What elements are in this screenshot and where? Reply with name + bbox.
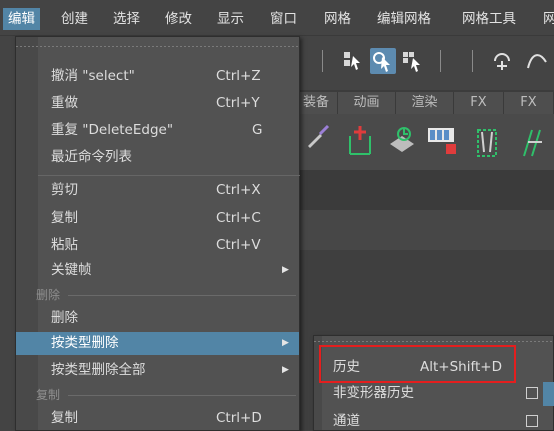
- render-icon[interactable]: [424, 122, 460, 162]
- menu-item-label: 按类型删除全部: [51, 362, 146, 378]
- menu-edit-mesh[interactable]: 编辑网格: [372, 8, 436, 30]
- toolbar-separator: [472, 50, 473, 72]
- menu-item-label: 粘贴: [51, 237, 78, 253]
- menu-item-duplicate[interactable]: 复制 Ctrl+D: [16, 407, 299, 430]
- menu-mesh-display[interactable]: 网: [538, 8, 554, 30]
- menu-item-label: 复制: [51, 410, 78, 426]
- menu-item-label: 删除: [51, 310, 78, 326]
- menu-item-delete-all-by-type[interactable]: 按类型删除全部 ▶: [16, 359, 299, 382]
- highlighted-item-edge: [543, 382, 554, 406]
- shelf-tab-rigging[interactable]: 装备: [295, 92, 338, 114]
- submenu-arrow-icon: ▶: [282, 338, 289, 348]
- menu-item-label: 重做: [51, 95, 78, 111]
- select-by-hierarchy-icon[interactable]: [340, 48, 366, 74]
- tear-off-handle[interactable]: [314, 336, 553, 346]
- menu-item-recent-commands[interactable]: 最近命令列表: [16, 146, 299, 169]
- menu-display[interactable]: 显示: [212, 8, 249, 30]
- shelf: [300, 114, 554, 170]
- menu-item-cut[interactable]: 剪切 Ctrl+X: [16, 179, 299, 202]
- submenu-item-label: 历史: [333, 359, 360, 375]
- particle-emitter-icon[interactable]: [518, 122, 554, 162]
- option-box-icon[interactable]: [526, 415, 538, 427]
- submenu-item-shortcut: Alt+Shift+D: [420, 359, 502, 375]
- viewport-panel: [300, 210, 554, 250]
- option-box-icon[interactable]: [526, 387, 538, 399]
- menu-mesh-tools[interactable]: 网格工具: [457, 8, 521, 30]
- menu-item-undo[interactable]: 撤消 "select" Ctrl+Z: [16, 65, 299, 88]
- menu-item-keys[interactable]: 关键帧 ▶: [16, 259, 299, 282]
- menu-windows[interactable]: 窗口: [265, 8, 302, 30]
- joint-tool-icon[interactable]: [342, 122, 378, 162]
- select-by-component-icon[interactable]: [400, 48, 426, 74]
- menu-item-copy[interactable]: 复制 Ctrl+C: [16, 207, 299, 230]
- menu-item-label: 重复 "DeleteEdge": [51, 122, 174, 138]
- menu-item-shortcut: Ctrl+Y: [216, 95, 260, 111]
- shelf-tab-fx-caching[interactable]: FX: [504, 92, 554, 114]
- menu-item-shortcut: Ctrl+D: [216, 410, 262, 426]
- status-line-toolbar: [300, 36, 554, 90]
- shelf-tab-rendering[interactable]: 渲染: [396, 92, 454, 114]
- submenu-item-non-deformer-history[interactable]: 非变形器历史: [314, 380, 553, 406]
- menu-create[interactable]: 创建: [56, 8, 93, 30]
- select-by-object-icon[interactable]: [370, 48, 396, 74]
- tear-off-handle[interactable]: [16, 37, 299, 55]
- menu-item-paste[interactable]: 粘贴 Ctrl+V: [16, 234, 299, 257]
- section-divider: [68, 295, 296, 296]
- menu-item-delete[interactable]: 删除: [16, 307, 299, 330]
- submenu-item-channels[interactable]: 通道: [314, 408, 553, 431]
- submenu-arrow-icon: ▶: [282, 365, 289, 375]
- shelf-tab-bar: 装备 动画 渲染 FX FX: [295, 90, 554, 114]
- snap-to-curve-icon[interactable]: [524, 48, 550, 74]
- submenu-item-label: 通道: [333, 413, 360, 429]
- menu-modify[interactable]: 修改: [160, 8, 197, 30]
- sculpt-tool-icon[interactable]: [302, 122, 338, 162]
- menu-item-label: 撤消 "select": [51, 68, 135, 84]
- menu-item-shortcut: Ctrl+Z: [216, 68, 261, 84]
- shelf-tab-fx[interactable]: FX: [454, 92, 504, 114]
- bind-skin-icon[interactable]: [384, 122, 420, 162]
- menu-item-delete-by-type[interactable]: 按类型删除 ▶: [16, 332, 299, 355]
- section-title: 删除: [36, 288, 61, 302]
- edit-menu-dropdown: 撤消 "select" Ctrl+Z 重做 Ctrl+Y 重复 "DeleteE…: [15, 36, 300, 431]
- section-title: 复制: [36, 388, 61, 402]
- menu-section-delete: 删除: [36, 287, 300, 303]
- menu-edit[interactable]: 编辑: [3, 8, 40, 30]
- snap-to-grid-icon[interactable]: [490, 48, 516, 74]
- menu-item-label: 剪切: [51, 182, 78, 198]
- menu-separator: [38, 175, 300, 176]
- menu-item-shortcut: G: [252, 122, 263, 138]
- submenu-item-label: 非变形器历史: [333, 385, 414, 401]
- menu-item-repeat[interactable]: 重复 "DeleteEdge" G: [16, 119, 299, 142]
- viewport-panel: [300, 170, 554, 210]
- submenu-arrow-icon: ▶: [282, 265, 289, 275]
- fx-field-icon[interactable]: [470, 122, 506, 162]
- menu-mesh[interactable]: 网格: [319, 8, 356, 30]
- menu-item-label: 按类型删除: [51, 335, 119, 351]
- menu-bar: 编辑 创建 选择 修改 显示 窗口 网格 编辑网格 网格工具 网: [0, 0, 554, 36]
- menu-section-duplicate: 复制: [36, 387, 300, 403]
- menu-select[interactable]: 选择: [108, 8, 145, 30]
- menu-item-label: 最近命令列表: [51, 149, 132, 165]
- menu-item-shortcut: Ctrl+X: [216, 182, 261, 198]
- delete-by-type-submenu: 历史 Alt+Shift+D 非变形器历史 通道: [313, 335, 554, 431]
- menu-item-label: 复制: [51, 210, 78, 226]
- section-divider: [68, 395, 296, 396]
- menu-item-shortcut: Ctrl+C: [216, 210, 261, 226]
- menu-item-shortcut: Ctrl+V: [216, 237, 261, 253]
- toolbar-separator: [322, 50, 323, 72]
- menu-item-redo[interactable]: 重做 Ctrl+Y: [16, 92, 299, 115]
- menu-item-label: 关键帧: [51, 262, 92, 278]
- submenu-item-history[interactable]: 历史 Alt+Shift+D: [314, 354, 553, 380]
- shelf-tab-animation[interactable]: 动画: [338, 92, 396, 114]
- toolbar-separator: [440, 50, 441, 72]
